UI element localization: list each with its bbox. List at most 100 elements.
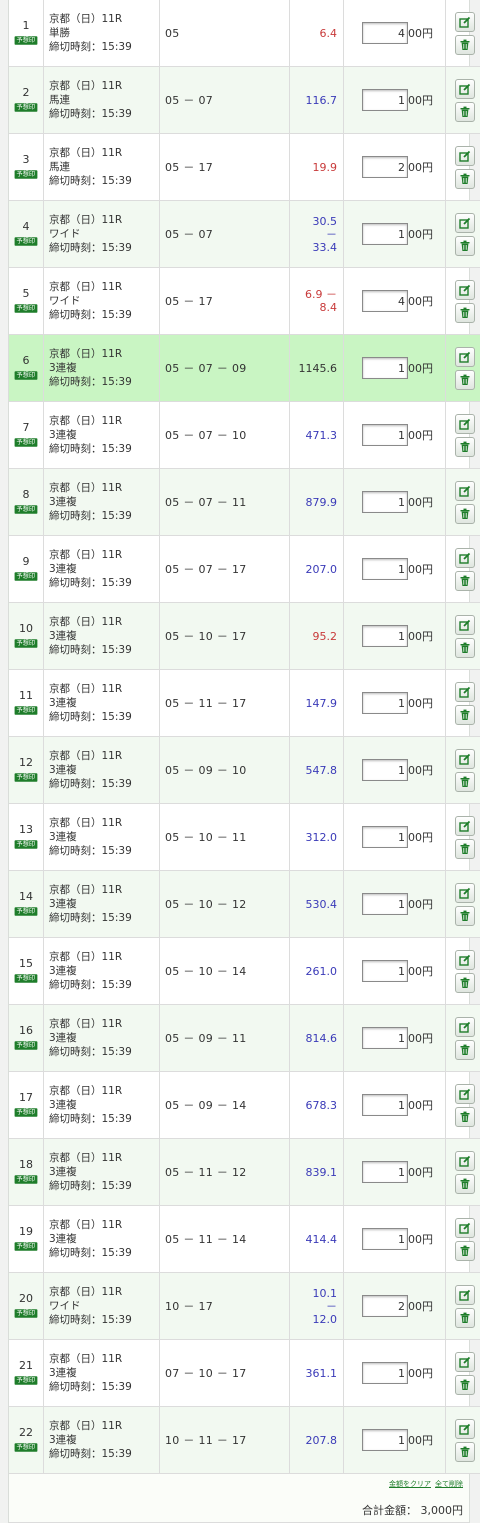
- delete-button[interactable]: [455, 1040, 475, 1060]
- clear-amounts-link[interactable]: 金額をクリア: [389, 1480, 431, 1488]
- edit-button[interactable]: [455, 1084, 475, 1104]
- delete-button[interactable]: [455, 1375, 475, 1395]
- trash-icon: [459, 709, 471, 721]
- edit-button[interactable]: [455, 146, 475, 166]
- edit-button[interactable]: [455, 280, 475, 300]
- prediction-badge[interactable]: 予想印: [15, 36, 37, 45]
- delete-button[interactable]: [455, 571, 475, 591]
- edit-button[interactable]: [455, 12, 475, 32]
- amount-input[interactable]: [362, 625, 408, 647]
- prediction-badge[interactable]: 予想印: [15, 974, 37, 983]
- delete-button[interactable]: [455, 169, 475, 189]
- amount-input[interactable]: [362, 1228, 408, 1250]
- amount-input[interactable]: [362, 759, 408, 781]
- prediction-badge[interactable]: 予想印: [15, 572, 37, 581]
- edit-button[interactable]: [455, 79, 475, 99]
- prediction-badge[interactable]: 予想印: [15, 773, 37, 782]
- delete-button[interactable]: [455, 35, 475, 55]
- prediction-badge[interactable]: 予想印: [15, 438, 37, 447]
- odds-cell: 19.9: [290, 134, 344, 201]
- prediction-badge[interactable]: 予想印: [15, 170, 37, 179]
- delete-button[interactable]: [455, 772, 475, 792]
- edit-button[interactable]: [455, 1017, 475, 1037]
- delete-button[interactable]: [455, 1308, 475, 1328]
- amount-input[interactable]: [362, 1429, 408, 1451]
- prediction-badge[interactable]: 予想印: [15, 907, 37, 916]
- prediction-badge[interactable]: 予想印: [15, 1108, 37, 1117]
- delete-button[interactable]: [455, 370, 475, 390]
- trash-icon: [459, 575, 471, 587]
- edit-button[interactable]: [455, 1151, 475, 1171]
- prediction-badge[interactable]: 予想印: [15, 304, 37, 313]
- prediction-badge[interactable]: 予想印: [15, 1376, 37, 1385]
- delete-button[interactable]: [455, 705, 475, 725]
- prediction-badge[interactable]: 予想印: [15, 1443, 37, 1452]
- amount-input[interactable]: [362, 826, 408, 848]
- edit-button[interactable]: [455, 615, 475, 635]
- delete-button[interactable]: [455, 638, 475, 658]
- amount-input[interactable]: [362, 424, 408, 446]
- prediction-badge[interactable]: 予想印: [15, 237, 37, 246]
- delete-button[interactable]: [455, 102, 475, 122]
- trash-icon: [459, 1446, 471, 1458]
- delete-button[interactable]: [455, 1442, 475, 1462]
- amount-input[interactable]: [362, 893, 408, 915]
- amount-input[interactable]: [362, 692, 408, 714]
- delete-button[interactable]: [455, 1107, 475, 1127]
- amount-input[interactable]: [362, 1027, 408, 1049]
- bet-number: 2: [9, 86, 43, 99]
- amount-input[interactable]: [362, 357, 408, 379]
- amount-input[interactable]: [362, 1295, 408, 1317]
- amount-input[interactable]: [362, 491, 408, 513]
- edit-button[interactable]: [455, 950, 475, 970]
- prediction-badge[interactable]: 予想印: [15, 1041, 37, 1050]
- amount-input[interactable]: [362, 89, 408, 111]
- prediction-badge[interactable]: 予想印: [15, 706, 37, 715]
- amount-input[interactable]: [362, 558, 408, 580]
- edit-button[interactable]: [455, 481, 475, 501]
- delete-button[interactable]: [455, 236, 475, 256]
- delete-button[interactable]: [455, 973, 475, 993]
- amount-input[interactable]: [362, 223, 408, 245]
- delete-button[interactable]: [455, 906, 475, 926]
- edit-button[interactable]: [455, 414, 475, 434]
- amount-input[interactable]: [362, 1094, 408, 1116]
- edit-button[interactable]: [455, 883, 475, 903]
- edit-button[interactable]: [455, 347, 475, 367]
- bet-number-cell: 18予想印: [9, 1139, 44, 1206]
- prediction-badge[interactable]: 予想印: [15, 505, 37, 514]
- prediction-badge[interactable]: 予想印: [15, 1242, 37, 1251]
- edit-button[interactable]: [455, 749, 475, 769]
- delete-button[interactable]: [455, 437, 475, 457]
- amount-input[interactable]: [362, 1161, 408, 1183]
- edit-button[interactable]: [455, 1218, 475, 1238]
- edit-button[interactable]: [455, 682, 475, 702]
- odds-value: 361.1: [290, 1367, 337, 1380]
- delete-button[interactable]: [455, 1174, 475, 1194]
- prediction-badge[interactable]: 予想印: [15, 371, 37, 380]
- amount-input[interactable]: [362, 960, 408, 982]
- delete-all-link[interactable]: 全て削除: [435, 1480, 463, 1488]
- actions-cell: [446, 737, 480, 804]
- edit-button[interactable]: [455, 1352, 475, 1372]
- race-info-cell: 京都（日）11R3連複締切時刻：15:39: [44, 737, 160, 804]
- delete-button[interactable]: [455, 504, 475, 524]
- prediction-badge[interactable]: 予想印: [15, 639, 37, 648]
- edit-button[interactable]: [455, 1419, 475, 1439]
- edit-button[interactable]: [455, 548, 475, 568]
- amount-input[interactable]: [362, 156, 408, 178]
- delete-button[interactable]: [455, 839, 475, 859]
- edit-button[interactable]: [455, 816, 475, 836]
- amount-input[interactable]: [362, 1362, 408, 1384]
- prediction-badge[interactable]: 予想印: [15, 840, 37, 849]
- amount-input[interactable]: [362, 290, 408, 312]
- edit-button[interactable]: [455, 213, 475, 233]
- delete-button[interactable]: [455, 1241, 475, 1261]
- prediction-badge[interactable]: 予想印: [15, 103, 37, 112]
- amount-input[interactable]: [362, 22, 408, 44]
- prediction-badge[interactable]: 予想印: [15, 1309, 37, 1318]
- prediction-badge[interactable]: 予想印: [15, 1175, 37, 1184]
- bet-type: 3連複: [49, 1366, 159, 1380]
- delete-button[interactable]: [455, 303, 475, 323]
- edit-button[interactable]: [455, 1285, 475, 1305]
